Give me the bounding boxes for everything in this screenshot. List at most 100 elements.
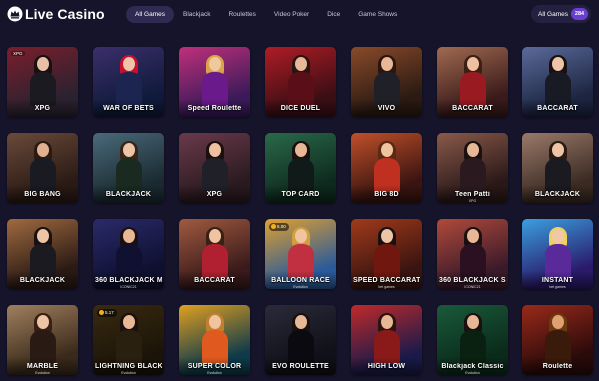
- game-provider: ICONIC21: [120, 285, 137, 289]
- game-tile[interactable]: BIG BANG: [7, 133, 78, 203]
- game-tile[interactable]: Speed Roulette: [179, 47, 250, 117]
- game-title: XPG: [34, 105, 51, 112]
- game-provider: XPG: [468, 199, 477, 203]
- dealer-figure: [544, 227, 571, 279]
- dealer-figure: [544, 313, 571, 365]
- game-tile[interactable]: MARBLE Evolution: [7, 305, 78, 375]
- game-title: MARBLE: [26, 363, 59, 370]
- min-bet-badge: 5.00: [269, 223, 289, 231]
- game-title: Blackjack Classic: [441, 363, 504, 370]
- dealer-figure: [287, 227, 314, 279]
- dealer-figure: [287, 55, 314, 107]
- game-provider: Evolution: [207, 371, 222, 375]
- game-provider: Evolution: [465, 371, 480, 375]
- game-provider: Evolution: [121, 371, 136, 375]
- game-title: Speed Roulette: [187, 105, 242, 112]
- game-title: 360 BLACKJACK Midnight: [95, 277, 162, 284]
- game-tile[interactable]: Roulette: [522, 305, 593, 375]
- game-title: Teen Patti: [455, 191, 490, 198]
- dealer-figure: [544, 141, 571, 193]
- game-tile[interactable]: BLACKJACK: [7, 219, 78, 289]
- game-tile[interactable]: Blackjack Classic Evolution: [437, 305, 508, 375]
- game-tile[interactable]: 360 BLACKJACK MidnightICONIC21: [93, 219, 164, 289]
- provider-badge: XPG: [11, 51, 25, 56]
- game-provider: Evolution: [35, 371, 50, 375]
- dealer-figure: [201, 227, 228, 279]
- game-tile[interactable]: TOP CARD: [265, 133, 336, 203]
- dealer-figure: [29, 55, 56, 107]
- game-tile[interactable]: XPG XPG: [7, 47, 78, 117]
- dealer-figure: [29, 141, 56, 193]
- game-tile[interactable]: BACCARAT: [522, 47, 593, 117]
- game-title: BIG BANG: [24, 191, 61, 198]
- dealer-figure: [459, 55, 486, 107]
- coin-icon: [99, 309, 104, 315]
- dealer-figure: [373, 141, 400, 193]
- dealer-figure: [201, 313, 228, 365]
- game-title: WAR OF BETS: [103, 105, 154, 112]
- dealer-figure: [115, 227, 142, 279]
- dealer-figure: [115, 55, 142, 107]
- game-tile[interactable]: VIVO: [351, 47, 422, 117]
- min-bet-value: 5.00: [277, 224, 286, 229]
- game-title: INSTANT: [541, 277, 574, 284]
- game-provider: bet games: [378, 285, 395, 289]
- game-title: Roulette: [542, 363, 573, 370]
- games-grid: XPG XPG WAR OF BETS Speed Roulette DICE DUEL…: [0, 0, 599, 381]
- game-tile[interactable]: SUPER COLOR Evolution: [179, 305, 250, 375]
- dealer-figure: [459, 313, 486, 365]
- game-tile[interactable]: WAR OF BETS: [93, 47, 164, 117]
- dealer-figure: [287, 313, 314, 365]
- game-title: XPG: [206, 191, 223, 198]
- game-tile[interactable]: XPG: [179, 133, 250, 203]
- game-title: BACCARAT: [194, 277, 235, 284]
- min-bet-badge: 5.17: [97, 309, 117, 317]
- dealer-figure: [373, 227, 400, 279]
- game-title: BIG 8D: [374, 191, 399, 198]
- game-provider: bet games: [549, 285, 566, 289]
- dealer-figure: [373, 55, 400, 107]
- dealer-figure: [373, 313, 400, 365]
- dealer-figure: [29, 313, 56, 365]
- dealer-figure: [115, 313, 142, 365]
- dealer-figure: [115, 141, 142, 193]
- game-title: VIVO: [377, 105, 396, 112]
- game-provider: ICONIC21: [464, 285, 481, 289]
- game-tile[interactable]: HIGH LOW: [351, 305, 422, 375]
- game-title: BLACKJACK: [534, 191, 581, 198]
- min-bet-value: 5.17: [105, 310, 114, 315]
- game-tile[interactable]: BALLOON RACE Evolution 5.00: [265, 219, 336, 289]
- game-tile[interactable]: BACCARAT: [437, 47, 508, 117]
- coin-icon: [271, 223, 276, 229]
- dealer-figure: [201, 55, 228, 107]
- dealer-figure: [459, 227, 486, 279]
- game-title: BACCARAT: [452, 105, 493, 112]
- game-tile[interactable]: BACCARAT: [179, 219, 250, 289]
- game-title: DICE DUEL: [280, 105, 321, 112]
- game-title: BALLOON RACE: [271, 277, 330, 284]
- game-tile[interactable]: DICE DUEL: [265, 47, 336, 117]
- game-title: 360 BLACKJACK Sunset: [439, 277, 506, 284]
- dealer-figure: [29, 227, 56, 279]
- game-title: TOP CARD: [281, 191, 320, 198]
- game-title: EVO ROULETTE: [272, 363, 329, 370]
- game-title: HIGH LOW: [367, 363, 406, 370]
- dealer-figure: [544, 55, 571, 107]
- game-title: BLACKJACK: [105, 191, 152, 198]
- game-tile[interactable]: EVO ROULETTE: [265, 305, 336, 375]
- game-title: SPEED BACCARAT: [353, 277, 420, 284]
- game-tile[interactable]: BLACKJACK: [522, 133, 593, 203]
- game-tile[interactable]: SPEED BACCARAT bet games: [351, 219, 422, 289]
- dealer-figure: [287, 141, 314, 193]
- game-title: BACCARAT: [537, 105, 578, 112]
- game-title: SUPER COLOR: [187, 363, 242, 370]
- dealer-figure: [201, 141, 228, 193]
- game-tile[interactable]: LIGHTNING BLACKJACKEvolution 5.17: [93, 305, 164, 375]
- dealer-figure: [459, 141, 486, 193]
- game-tile[interactable]: BIG 8D: [351, 133, 422, 203]
- game-tile[interactable]: BLACKJACK: [93, 133, 164, 203]
- game-title: LIGHTNING BLACKJACK: [95, 363, 162, 370]
- game-tile[interactable]: Teen Patti XPG: [437, 133, 508, 203]
- game-tile[interactable]: 360 BLACKJACK SunsetICONIC21: [437, 219, 508, 289]
- game-tile[interactable]: INSTANT bet games: [522, 219, 593, 289]
